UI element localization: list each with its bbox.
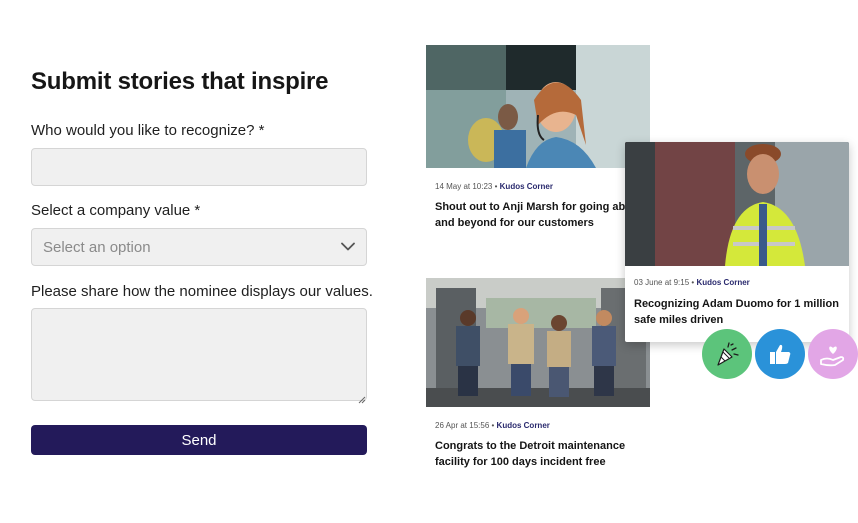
resize-grip-icon[interactable] <box>357 391 366 404</box>
party-popper-icon <box>717 342 739 366</box>
story-source: Kudos Corner <box>696 278 750 287</box>
story-source: Kudos Corner <box>499 182 553 191</box>
recognize-label: Who would you like to recognize? * <box>31 122 265 139</box>
story-title[interactable]: Congrats to the Detroit maintenance faci… <box>435 438 635 470</box>
values-label: Please share how the nominee displays ou… <box>31 283 373 300</box>
thumbs-up-icon <box>770 344 791 364</box>
meta-separator: • <box>491 421 495 430</box>
celebrate-reaction-button[interactable] <box>702 329 752 379</box>
story-meta: 14 May at 10:23 • Kudos Corner <box>435 182 553 191</box>
send-button[interactable]: Send <box>31 425 367 455</box>
recognize-input[interactable] <box>31 148 367 186</box>
heart-hand-icon <box>820 346 845 367</box>
meta-separator: • <box>494 182 498 191</box>
love-reaction-button[interactable] <box>808 329 858 379</box>
company-value-select[interactable]: Select an option <box>31 228 367 266</box>
meta-separator: • <box>691 278 695 287</box>
story-date: 03 June at 9:15 <box>634 278 690 287</box>
story-title[interactable]: Shout out to Anji Marsh for going above … <box>435 199 650 231</box>
truck-driver-photo <box>625 142 849 266</box>
story-card[interactable]: 14 May at 10:23 • Kudos Corner Shout out… <box>426 45 650 245</box>
story-meta: 03 June at 9:15 • Kudos Corner <box>634 278 750 287</box>
story-title[interactable]: Recognizing Adam Duomo for 1 million saf… <box>634 296 839 328</box>
call-center-agent-photo <box>426 45 650 168</box>
story-source: Kudos Corner <box>496 421 550 430</box>
story-meta: 26 Apr at 15:56 • Kudos Corner <box>435 421 550 430</box>
like-reaction-button[interactable] <box>755 329 805 379</box>
chevron-down-icon <box>341 238 355 256</box>
values-textarea[interactable] <box>31 308 367 401</box>
story-date: 26 Apr at 15:56 <box>435 421 490 430</box>
company-value-label: Select a company value * <box>31 202 201 219</box>
story-date: 14 May at 10:23 <box>435 182 493 191</box>
story-card[interactable]: 26 Apr at 15:56 • Kudos Corner Congrats … <box>426 278 650 478</box>
maintenance-team-photo <box>426 278 650 407</box>
form-title: Submit stories that inspire <box>31 68 329 95</box>
story-card[interactable]: 03 June at 9:15 • Kudos Corner Recognizi… <box>625 142 849 342</box>
select-placeholder: Select an option <box>43 238 151 256</box>
